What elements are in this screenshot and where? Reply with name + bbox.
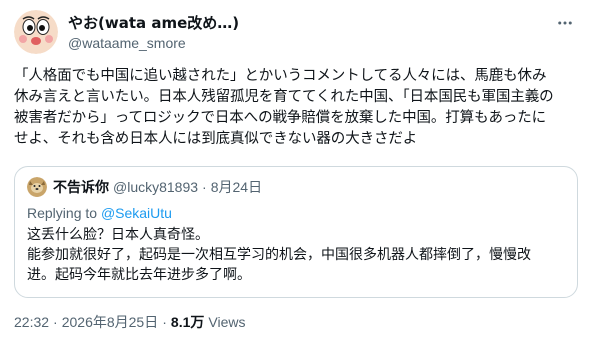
quoted-tweet-header: 不告诉你 @lucky81893 · 8月24日 (27, 176, 262, 198)
footer-separator: · (53, 314, 58, 330)
tweet-line: 「人格面でも中国に追い越された」とかいうコメントしてる人々には、馬鹿も休み (14, 68, 547, 84)
tweet-body: 「人格面でも中国に追い越された」とかいうコメントしてる人々には、馬鹿も休み 休み… (14, 66, 582, 150)
author-info: やお(wata ame改め…) @wataame_smore (68, 14, 239, 53)
quoted-meta-separator: · (202, 179, 207, 195)
tweet-time[interactable]: 22:32 (14, 314, 49, 330)
quoted-author-name[interactable]: 不告诉你 (53, 177, 109, 197)
tweet-date[interactable]: 2026年8月25日 (62, 312, 159, 332)
quoted-tweet-card[interactable]: 不告诉你 @lucky81893 · 8月24日 Replying to @Se… (14, 166, 578, 298)
quoted-line: 能参加就很好了，起码是一次相互学习的机会，中国很多机器人都摔倒了，慢慢改 (27, 247, 531, 263)
replying-to-link[interactable]: @SekaiUtu (101, 205, 172, 221)
dog-avatar-icon (27, 177, 47, 197)
quoted-author-handle[interactable]: @lucky81893 (113, 179, 198, 195)
quoted-tweet-body: 这丢什么脸？日本人真奇怪。 能参加就很好了，起码是一次相互学习的机会，中国很多机… (27, 225, 567, 285)
author-display-name[interactable]: やお(wata ame改め…) (68, 14, 239, 33)
quoted-line: 进。起码今年就比去年进步多了啊。 (27, 267, 251, 283)
replying-to-line: Replying to @SekaiUtu (27, 203, 172, 223)
tweet-line: 被害者だから」ってロジックで日本への戦争賠償を放棄した中国。打算もあったに (14, 110, 547, 126)
more-dots-icon (558, 21, 572, 25)
tweet-line: 休み言えと言いたい。日本人残留孤児を育ててくれた中国、「日本国民も軍国主義の (14, 89, 554, 105)
views-count[interactable]: 8.1万 (171, 312, 204, 332)
tweet-footer: 22:32 · 2026年8月25日 · 8.1万 Views (14, 312, 245, 332)
quoted-author-avatar[interactable] (27, 177, 47, 197)
author-avatar[interactable] (14, 10, 58, 54)
quoted-line: 这丢什么脸？日本人真奇怪。 (27, 227, 209, 243)
footer-separator: · (162, 314, 167, 330)
author-handle[interactable]: @wataame_smore (68, 33, 239, 53)
replying-to-label: Replying to (27, 205, 98, 221)
cartoon-face-avatar-icon (14, 10, 58, 54)
quoted-tweet-date[interactable]: 8月24日 (211, 177, 262, 197)
views-label[interactable]: Views (208, 314, 245, 330)
tweet-header: やお(wata ame改め…) @wataame_smore (14, 10, 576, 58)
more-options-button[interactable] (554, 12, 576, 34)
tweet-line: せよ、それも含め日本人には到底真似できない器の大きさだよ (14, 131, 418, 147)
